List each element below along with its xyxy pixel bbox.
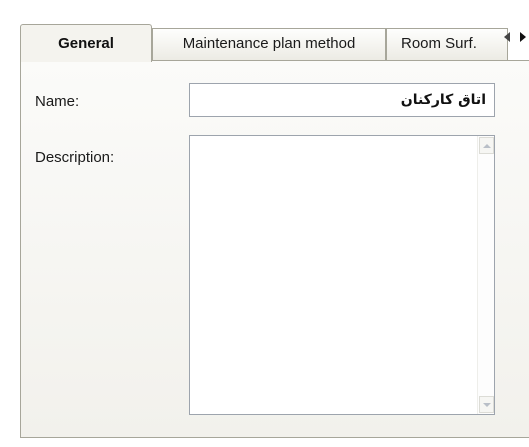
tab-label: Room Surf. [401,35,477,52]
description-label: Description: [35,149,115,166]
arrow-right-icon[interactable] [520,32,526,42]
tab-label: Maintenance plan method [182,35,356,52]
tab-room-surfaces[interactable]: Room Surf. [386,28,508,60]
arrow-left-icon[interactable] [504,32,510,42]
name-label: Name: [35,93,80,110]
scroll-down-button[interactable] [479,396,494,413]
description-scrollbar[interactable] [477,136,494,414]
tab-maintenance-plan-method[interactable]: Maintenance plan method [152,28,386,60]
chevron-down-icon [482,402,491,407]
chevron-up-icon [482,143,491,148]
tab-label: General [58,35,114,52]
tab-general[interactable]: General [20,24,152,62]
description-textarea[interactable] [189,135,495,415]
general-tab-panel: Name: Description: [20,60,529,438]
scroll-up-button[interactable] [479,137,494,154]
properties-dialog: Maintenance plan method Room Surf. Gener… [0,0,529,447]
name-input[interactable] [189,83,495,117]
tab-scroll-buttons [502,26,528,48]
